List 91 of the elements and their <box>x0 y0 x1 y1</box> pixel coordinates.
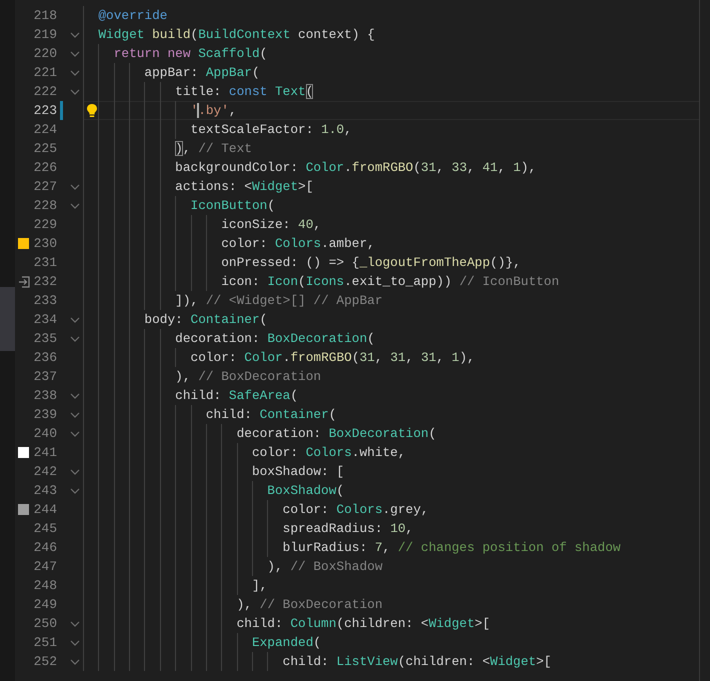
code-line: child: Container( <box>83 405 699 424</box>
line-number: 236 <box>32 349 57 367</box>
code-line: ), // BoxDecoration <box>83 595 699 614</box>
line-number: 240 <box>32 425 57 443</box>
code-line: body: Container( <box>83 310 699 329</box>
code-line: color: Colors.white, <box>83 443 699 462</box>
code-line: appBar: AppBar( <box>83 63 699 82</box>
code-line: return new Scaffold( <box>83 44 699 63</box>
line-number: 225 <box>32 140 57 158</box>
color-swatch[interactable] <box>18 238 29 249</box>
code-line: Widget build(BuildContext context) { <box>83 25 699 44</box>
line-number: 222 <box>32 83 57 101</box>
fold-chevron-icon[interactable] <box>70 640 80 646</box>
line-number: 245 <box>32 520 57 538</box>
line-number: 237 <box>32 368 57 386</box>
line-number: 251 <box>32 634 57 652</box>
line-number: 232 <box>32 273 57 291</box>
line-number: 229 <box>32 216 57 234</box>
fold-chevron-icon[interactable] <box>70 184 80 190</box>
fold-chevron-icon[interactable] <box>70 32 80 38</box>
line-number: 231 <box>32 254 57 272</box>
line-number: 239 <box>32 406 57 424</box>
code-line: title: const Text( <box>83 82 699 101</box>
line-number: 219 <box>32 26 57 44</box>
line-number: 242 <box>32 463 57 481</box>
code-line: IconButton( <box>83 196 699 215</box>
line-number: 230 <box>32 235 57 253</box>
fold-chevron-icon[interactable] <box>70 202 80 208</box>
color-swatch[interactable] <box>18 504 29 515</box>
line-number: 233 <box>32 292 57 310</box>
line-number: 248 <box>32 577 57 595</box>
line-number: 227 <box>32 178 57 196</box>
fold-chevron-icon[interactable] <box>70 70 80 76</box>
fold-chevron-icon[interactable] <box>70 88 80 94</box>
code-line: color: Colors.amber, <box>83 234 699 253</box>
code-line: spreadRadius: 10, <box>83 519 699 538</box>
code-line: color: Color.fromRGBO(31, 31, 31, 1), <box>83 348 699 367</box>
line-number: 223 <box>32 102 57 120</box>
code-line: child: SafeArea( <box>83 386 699 405</box>
line-number: 244 <box>32 501 57 519</box>
code-line: actions: <Widget>[ <box>83 177 699 196</box>
line-number: 224 <box>32 121 57 139</box>
code-line: textScaleFactor: 1.0, <box>83 120 699 139</box>
line-number: 241 <box>32 444 57 462</box>
line-number: 235 <box>32 330 57 348</box>
code-line: blurRadius: 7, // changes position of shadow <box>83 538 699 557</box>
code-line: BoxShadow( <box>83 481 699 500</box>
line-number: 246 <box>32 539 57 557</box>
fold-chevron-icon[interactable] <box>70 468 80 474</box>
fold-chevron-icon[interactable] <box>70 658 80 664</box>
code-line: Expanded( <box>83 633 699 652</box>
code-line: ), // Text <box>83 139 699 158</box>
fold-chevron-icon[interactable] <box>70 488 80 494</box>
line-number: 226 <box>32 159 57 177</box>
fold-chevron-icon[interactable] <box>70 620 80 626</box>
code-line: decoration: BoxDecoration( <box>83 329 699 348</box>
code-line: child: ListView(children: <Widget>[ <box>83 652 699 671</box>
line-number: 220 <box>32 45 57 63</box>
code-line: ]), // <Widget>[] // AppBar <box>83 291 699 310</box>
fold-chevron-icon[interactable] <box>70 392 80 398</box>
code-line: ), // BoxDecoration <box>83 367 699 386</box>
code-line: iconSize: 40, <box>83 215 699 234</box>
line-number: 228 <box>32 197 57 215</box>
fold-chevron-icon[interactable] <box>70 430 80 436</box>
code-line: backgroundColor: Color.fromRGBO(31, 33, 41, 1), <box>83 158 699 177</box>
code-line: onPressed: () => {_logoutFromTheApp()}, <box>83 253 699 272</box>
code-line: icon: Icon(Icons.exit_to_app)) // IconButton <box>83 272 699 291</box>
lightbulb-icon[interactable] <box>86 103 98 118</box>
line-number: 221 <box>32 64 57 82</box>
code-line: '.by', <box>83 101 699 120</box>
line-number: 238 <box>32 387 57 405</box>
line-number: 218 <box>32 7 57 25</box>
line-number: 249 <box>32 596 57 614</box>
scrollbar-thumb[interactable] <box>0 287 15 351</box>
code-line: ], <box>83 576 699 595</box>
code-line: decoration: BoxDecoration( <box>83 424 699 443</box>
color-swatch[interactable] <box>18 447 29 458</box>
line-number: 234 <box>32 311 57 329</box>
code-line: boxShadow: [ <box>83 462 699 481</box>
code-line: child: Column(children: <Widget>[ <box>83 614 699 633</box>
fold-chevron-icon[interactable] <box>70 316 80 322</box>
fold-chevron-icon[interactable] <box>70 336 80 342</box>
line-number: 250 <box>32 615 57 633</box>
line-number: 252 <box>32 653 57 671</box>
line-number: 243 <box>32 482 57 500</box>
code-line: ), // BoxShadow <box>83 557 699 576</box>
code-line: color: Colors.grey, <box>83 500 699 519</box>
code-line: @override <box>83 6 699 25</box>
fold-chevron-icon[interactable] <box>70 412 80 418</box>
line-number: 247 <box>32 558 57 576</box>
fold-chevron-icon[interactable] <box>70 50 80 56</box>
